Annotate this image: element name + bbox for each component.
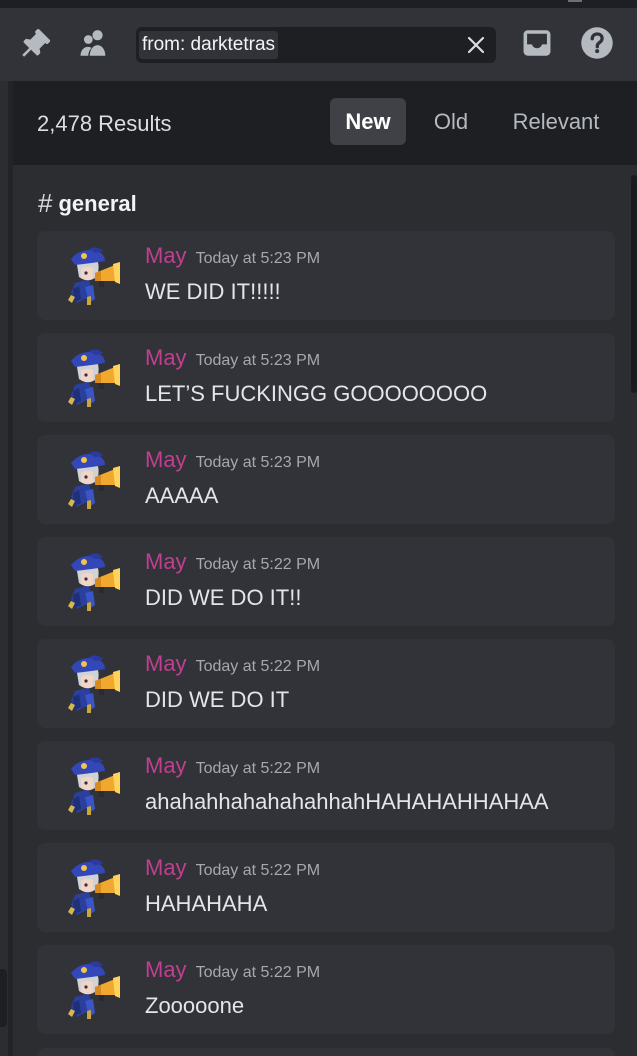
message-header: May Today at 5:23 PM [145, 243, 320, 269]
channel-name: general [58, 190, 137, 216]
message-card[interactable]: May Today at 5:23 PM WE DID IT!!!!! [37, 231, 615, 320]
avatar[interactable] [65, 347, 121, 409]
message-content: HAHAHAHA [145, 891, 268, 916]
toolbar: from: darktetras [0, 8, 637, 82]
avatar[interactable] [65, 551, 121, 613]
message-timestamp: Today at 5:23 PM [195, 352, 321, 369]
message-header: May Today at 5:22 PM [145, 753, 320, 779]
pin-icon[interactable] [18, 25, 54, 61]
message-header: May Today at 5:22 PM [145, 549, 320, 575]
message-card[interactable]: May Today at 5:22 PM Zooooone [37, 945, 615, 1034]
message-timestamp: Today at 5:22 PM [195, 556, 321, 573]
channel-header[interactable]: # general [38, 188, 137, 219]
hash-icon: # [38, 188, 53, 218]
left-panel-edge [0, 81, 13, 1056]
avatar[interactable] [65, 653, 121, 715]
message-content: ahahahhahahahahhahHAHAHAHHAHAA [145, 789, 549, 814]
avatar[interactable] [65, 959, 121, 1021]
window-top-strip [0, 0, 637, 8]
help-icon[interactable] [579, 25, 615, 61]
window-strip-nub [568, 0, 582, 2]
message-header: May Today at 5:22 PM [145, 855, 320, 881]
message-card-partial[interactable] [37, 1048, 615, 1056]
message-timestamp: Today at 5:22 PM [195, 760, 321, 777]
search-bar[interactable]: from: darktetras [136, 27, 496, 63]
message-author[interactable]: May [145, 549, 187, 575]
close-icon[interactable] [466, 35, 486, 55]
message-card[interactable]: May Today at 5:23 PM AAAAA [37, 435, 615, 524]
members-icon[interactable] [76, 25, 112, 61]
message-header: May Today at 5:22 PM [145, 957, 320, 983]
results-list[interactable]: # general May Today at 5:23 PM WE DID IT… [13, 165, 637, 1056]
message-content: AAAAA [145, 483, 219, 508]
results-count: 2,478 Results [37, 111, 172, 136]
message-author[interactable]: May [145, 957, 187, 983]
message-timestamp: Today at 5:23 PM [195, 250, 321, 267]
search-results-panel: from: darktetras 2,478 Results New Old R… [0, 0, 637, 1056]
results-header: 2,478 Results New Old Relevant [13, 81, 637, 165]
panel-scroll-handle[interactable] [0, 969, 7, 1027]
message-card[interactable]: May Today at 5:22 PM HAHAHAHA [37, 843, 615, 932]
avatar[interactable] [65, 857, 121, 919]
message-timestamp: Today at 5:22 PM [195, 964, 321, 981]
message-author[interactable]: May [145, 855, 187, 881]
message-author[interactable]: May [145, 651, 187, 677]
message-content: LET’S FUCKINGG GOOOOOOOO [145, 381, 488, 406]
message-card[interactable]: May Today at 5:22 PM DID WE DO IT [37, 639, 615, 728]
message-content: DID WE DO IT!! [145, 585, 302, 610]
message-header: May Today at 5:22 PM [145, 651, 320, 677]
avatar[interactable] [65, 449, 121, 511]
message-author[interactable]: May [145, 753, 187, 779]
sort-tab-relevant[interactable]: Relevant [501, 98, 611, 145]
scrollbar-thumb[interactable] [631, 175, 637, 393]
message-timestamp: Today at 5:22 PM [195, 862, 321, 879]
message-timestamp: Today at 5:22 PM [195, 658, 321, 675]
message-card[interactable]: May Today at 5:22 PM ahahahhahahahahhahH… [37, 741, 615, 830]
avatar[interactable] [65, 755, 121, 817]
message-header: May Today at 5:23 PM [145, 345, 320, 371]
message-content: Zooooone [145, 993, 245, 1018]
avatar[interactable] [65, 245, 121, 307]
sort-tab-old[interactable]: Old [419, 98, 483, 145]
inbox-icon[interactable] [519, 25, 555, 61]
message-card[interactable]: May Today at 5:22 PM DID WE DO IT!! [37, 537, 615, 626]
message-timestamp: Today at 5:23 PM [195, 454, 321, 471]
message-header: May Today at 5:23 PM [145, 447, 320, 473]
sort-tab-new[interactable]: New [330, 98, 406, 145]
message-author[interactable]: May [145, 243, 187, 269]
message-author[interactable]: May [145, 345, 187, 371]
message-content: DID WE DO IT [145, 687, 290, 712]
message-card[interactable]: May Today at 5:23 PM LET’S FUCKINGG GOOO… [37, 333, 615, 422]
search-filter-token[interactable]: from: darktetras [139, 31, 279, 59]
message-author[interactable]: May [145, 447, 187, 473]
message-content: WE DID IT!!!!! [145, 279, 281, 304]
scrollbar[interactable] [631, 165, 637, 1056]
